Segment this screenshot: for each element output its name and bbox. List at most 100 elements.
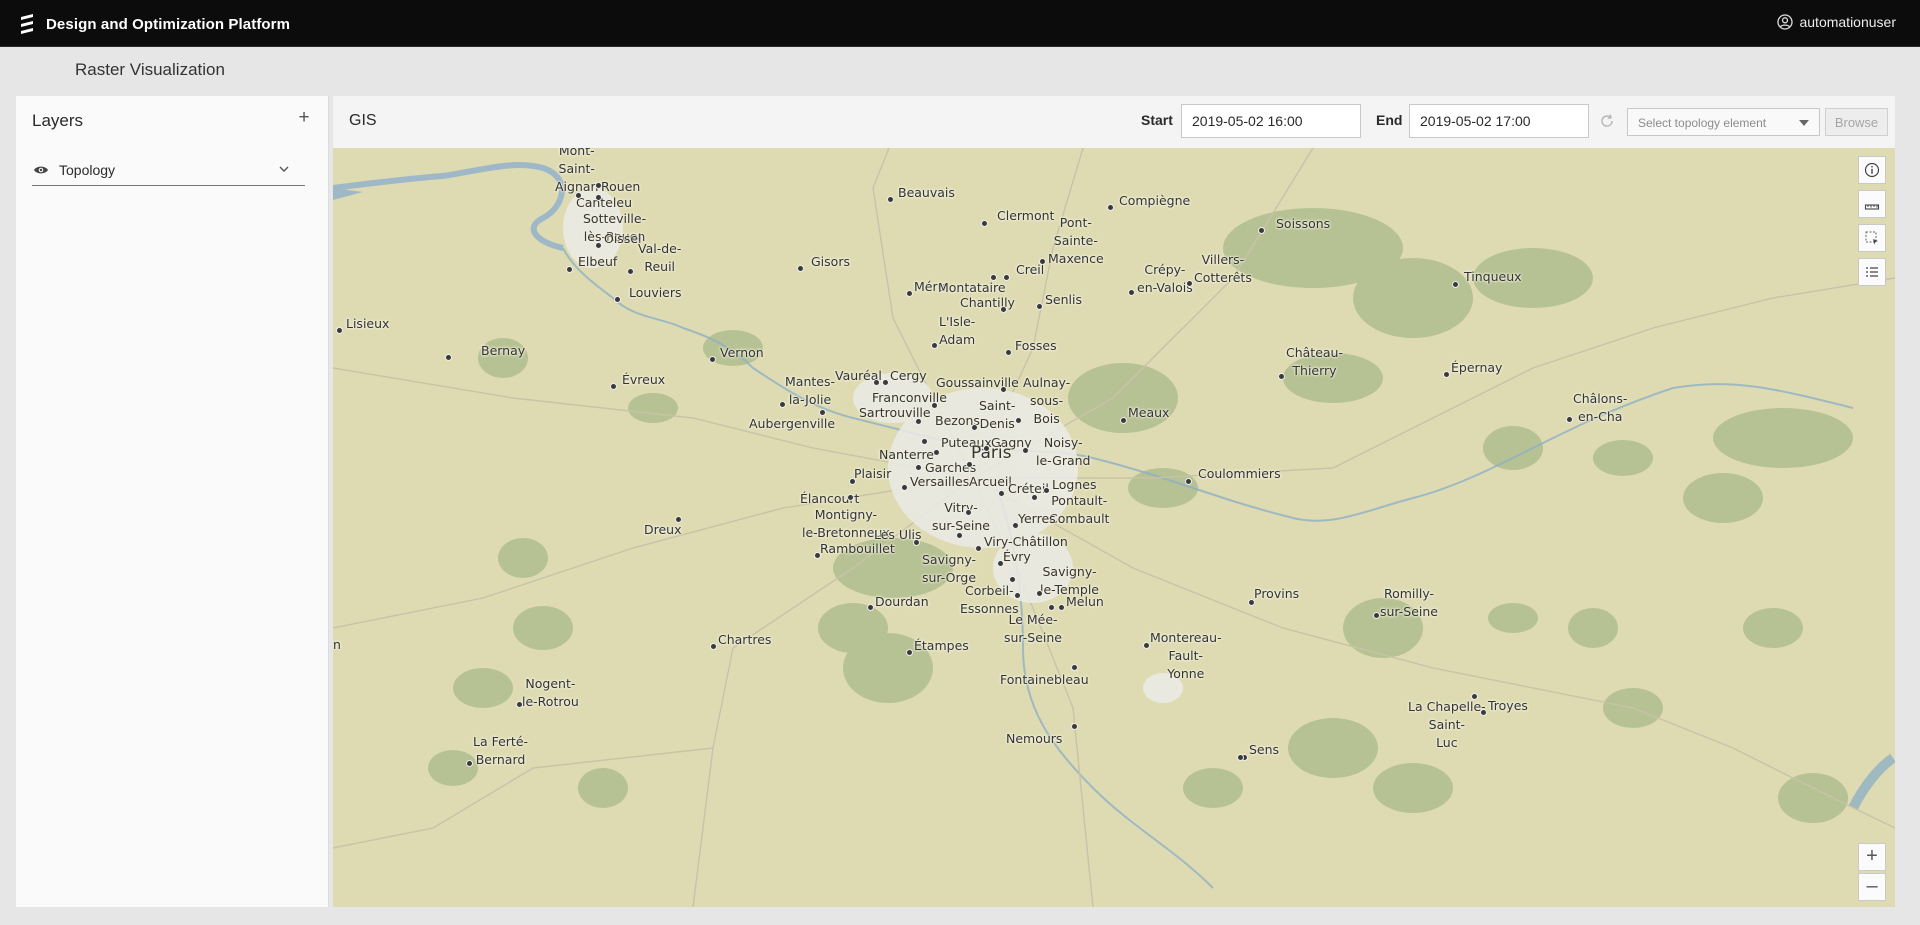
city-label: Le Mée- sur-Seine: [1004, 612, 1062, 645]
eye-icon[interactable]: [33, 164, 49, 176]
city-label: Arcueil: [969, 474, 1012, 489]
city-label: Pontault- Combault: [1049, 493, 1110, 526]
city-marker: [1000, 386, 1007, 393]
chevron-down-icon[interactable]: [279, 165, 289, 173]
city-label: Provins: [1254, 586, 1300, 601]
city-label: Meaux: [1128, 405, 1170, 420]
city-label: Val-de- Reuil: [638, 241, 682, 274]
info-icon: [1864, 162, 1880, 178]
city-label: Louviers: [629, 285, 682, 300]
city-marker: [709, 356, 716, 363]
city-label: Château- Thierry: [1286, 345, 1343, 378]
topology-element-select[interactable]: Select topology element: [1627, 108, 1820, 136]
city-label: Saint- Denis: [979, 398, 1016, 431]
city-marker: [1120, 417, 1127, 424]
city-marker: [779, 401, 786, 408]
city-label: Troyes: [1488, 698, 1528, 713]
city-marker: [901, 484, 908, 491]
city-marker: [445, 354, 452, 361]
zoom-out-button[interactable]: –: [1858, 873, 1886, 901]
map-measure-button[interactable]: [1858, 190, 1886, 218]
city-marker: [614, 296, 621, 303]
city-label: Rambouillet: [820, 541, 895, 556]
city-marker: [906, 290, 913, 297]
city-label: Pont- Sainte- Maxence: [1048, 215, 1104, 266]
city-marker: [1003, 274, 1010, 281]
city-marker: [1012, 522, 1019, 529]
layers-title: Layers: [32, 111, 84, 130]
city-marker: [1005, 349, 1012, 356]
add-layer-button[interactable]: +: [294, 108, 314, 129]
city-label: n: [333, 637, 341, 652]
city-marker: [1373, 612, 1380, 619]
browse-button[interactable]: Browse: [1825, 108, 1888, 136]
city-marker: [1009, 576, 1016, 583]
city-marker: [1471, 693, 1478, 700]
city-marker: [1443, 371, 1450, 378]
city-marker: [466, 760, 473, 767]
city-label: Clermont: [997, 208, 1055, 223]
city-marker: [595, 182, 602, 189]
brand[interactable]: Design and Optimization Platform: [18, 12, 290, 36]
city-marker: [983, 445, 990, 452]
city-marker: [610, 383, 617, 390]
page-title: Raster Visualization: [75, 60, 225, 79]
city-marker: [1278, 373, 1285, 380]
city-label: La Chapelle- Saint- Luc: [1408, 699, 1486, 750]
city-marker: [1022, 447, 1029, 454]
layer-label: Topology: [59, 161, 116, 178]
city-label: Nemours: [1006, 731, 1063, 746]
city-label: Fosses: [1015, 338, 1057, 353]
city-marker: [819, 409, 826, 416]
city-label: Melun: [1066, 594, 1104, 609]
city-label: Plaisir: [854, 466, 892, 481]
city-marker: [847, 494, 854, 501]
city-marker: [1248, 599, 1255, 606]
city-label: Châlons- en-Cha: [1573, 391, 1628, 424]
city-marker: [1452, 281, 1459, 288]
city-marker: [1185, 478, 1192, 485]
city-marker: [873, 379, 880, 386]
city-label: Noisy- le-Grand: [1036, 435, 1091, 468]
city-marker: [931, 402, 938, 409]
city-label: Coulommiers: [1198, 466, 1281, 481]
user-icon: [1777, 14, 1794, 30]
city-marker: [814, 552, 821, 559]
city-label: Montereau- Fault- Yonne: [1150, 630, 1222, 681]
map-info-button[interactable]: [1858, 156, 1886, 184]
city-marker: [1036, 303, 1043, 310]
city-label: Villers- Cotterêts: [1194, 252, 1252, 285]
city-marker: [1258, 227, 1265, 234]
city-marker: [915, 464, 922, 471]
map-legend-button[interactable]: [1858, 258, 1886, 286]
city-marker: [797, 265, 804, 272]
city-marker: [1043, 487, 1050, 494]
city-marker: [1186, 280, 1193, 287]
city-label: Aubergenville: [749, 416, 836, 431]
layer-item-topology[interactable]: Topology: [32, 154, 305, 186]
zoom-in-button[interactable]: +: [1858, 843, 1886, 871]
city-marker: [956, 532, 963, 539]
end-datetime-input[interactable]: [1409, 104, 1589, 138]
start-datetime-input[interactable]: [1181, 104, 1361, 138]
city-marker: [966, 461, 973, 468]
city-label: Bernay: [481, 343, 526, 358]
city-marker: [336, 327, 343, 334]
user-menu[interactable]: automationuser: [1777, 14, 1896, 30]
city-marker: [981, 220, 988, 227]
city-marker: [595, 194, 602, 201]
city-marker: [1036, 590, 1043, 597]
city-marker: [933, 449, 940, 456]
city-marker: [1566, 416, 1573, 423]
gis-toolbar: GIS Start End Select topology element Br…: [333, 96, 1895, 148]
city-marker: [906, 649, 913, 656]
map-select-area-button[interactable]: [1858, 224, 1886, 252]
map-canvas[interactable]: Mont- Saint- Aignan Rouen Canteleu Sotte…: [333, 148, 1895, 907]
refresh-icon[interactable]: [1599, 113, 1615, 129]
gis-title: GIS: [349, 112, 377, 129]
city-label: Mantes- la-Jolie: [785, 374, 835, 407]
city-marker: [990, 274, 997, 281]
city-label: Évreux: [622, 372, 666, 387]
city-marker: [595, 242, 602, 249]
city-label: L'Isle- Adam: [939, 314, 976, 347]
